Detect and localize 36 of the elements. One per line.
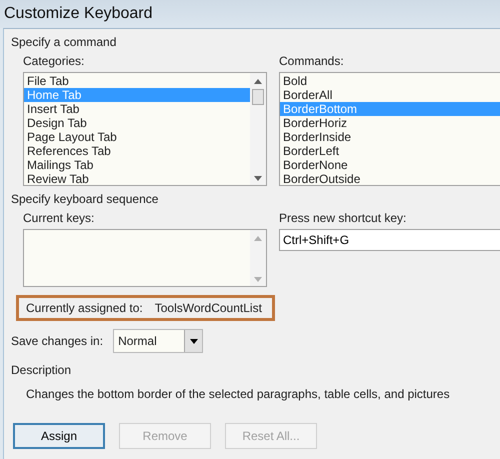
- list-item[interactable]: Design Tab: [24, 116, 250, 130]
- scroll-down-icon[interactable]: [254, 176, 262, 181]
- list-item[interactable]: References Tab: [24, 144, 250, 158]
- commands-list[interactable]: Bold BorderAll BorderBottom BorderHoriz BorderInside BorderLeft BorderNone BorderOutside: [279, 72, 500, 186]
- dropdown-arrow-icon: [190, 338, 198, 344]
- section-heading: Specify keyboard sequence: [11, 192, 158, 206]
- section-heading: Specify a command: [11, 35, 116, 49]
- save-changes-label: Save changes in:: [11, 334, 104, 348]
- current-keys-label: Current keys:: [23, 211, 94, 225]
- categories-label: Categories:: [23, 54, 84, 68]
- scroll-thumb[interactable]: [252, 89, 264, 105]
- list-item[interactable]: Bold: [280, 74, 500, 88]
- window-title: Customize Keyboard: [4, 5, 153, 23]
- scroll-up-icon[interactable]: [254, 79, 262, 84]
- dialog-button[interactable]: Assign: [13, 423, 105, 449]
- list-item[interactable]: BorderNone: [280, 158, 500, 172]
- list-item[interactable]: BorderLeft: [280, 144, 500, 158]
- description-text: Changes the bottom border of the selected paragraphs, table cells, and pictures: [26, 387, 450, 401]
- assigned-label: Currently assigned to:: [26, 301, 143, 315]
- scrollbar[interactable]: [250, 73, 266, 185]
- categories-list[interactable]: File Tab Home Tab Insert Tab Design Tab Page Layout Tab References Tab Mailings Tab Review Tab: [23, 72, 267, 186]
- list-item[interactable]: BorderOutside: [280, 172, 500, 186]
- list-item[interactable]: Review Tab: [24, 172, 250, 186]
- section-heading: Description: [11, 363, 72, 377]
- commands-label: Commands:: [279, 54, 344, 68]
- list-item[interactable]: BorderInside: [280, 130, 500, 144]
- save-changes-dropdown[interactable]: Normal: [113, 329, 204, 353]
- list-item[interactable]: BorderAll: [280, 88, 500, 102]
- list-item[interactable]: Insert Tab: [24, 102, 250, 116]
- list-item[interactable]: BorderHoriz: [280, 116, 500, 130]
- list-item[interactable]: File Tab: [24, 74, 250, 88]
- list-item[interactable]: Page Layout Tab: [24, 130, 250, 144]
- shortcut-label: Press new shortcut key:: [279, 211, 406, 225]
- list-item[interactable]: Mailings Tab: [24, 158, 250, 172]
- shortcut-field[interactable]: Ctrl+Shift+G: [279, 229, 500, 251]
- assigned-value: ToolsWordCountList: [154, 301, 262, 315]
